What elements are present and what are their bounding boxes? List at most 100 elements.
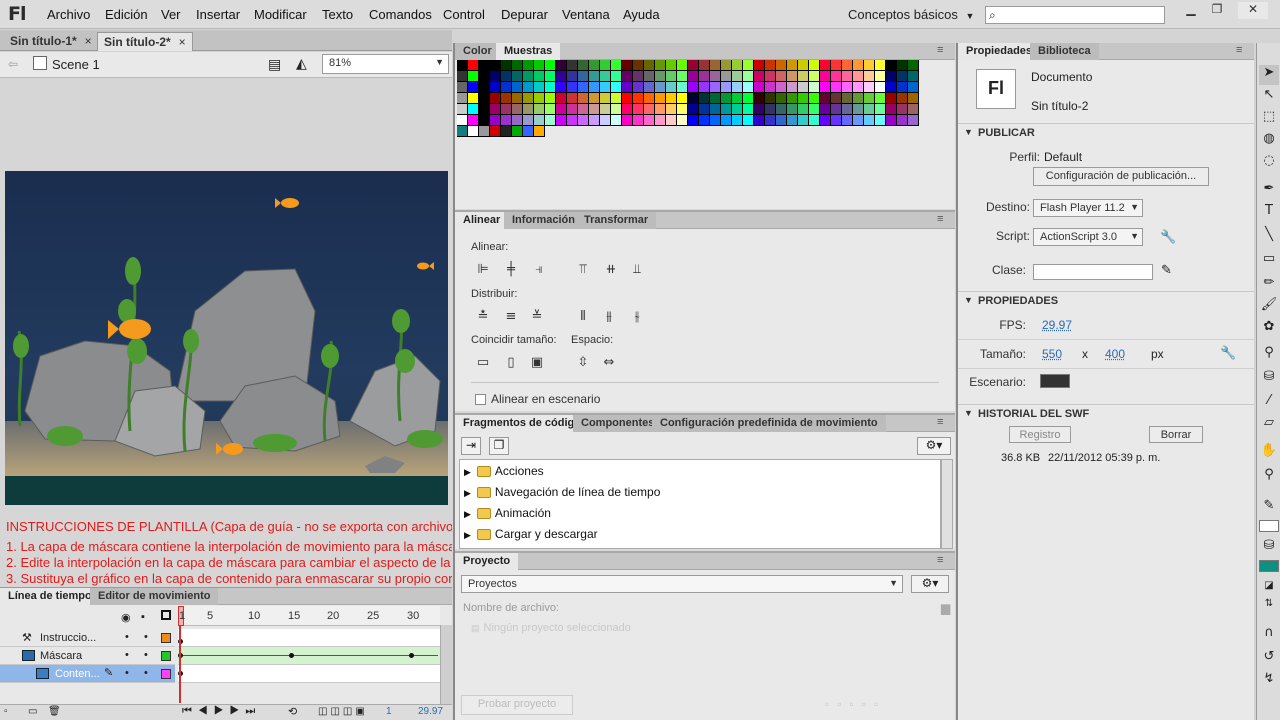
panel-menu-icon[interactable]: ≡ (1236, 44, 1242, 56)
tab-motion-editor[interactable]: Editor de movimiento (90, 588, 219, 605)
color-swatch[interactable] (710, 82, 721, 93)
color-swatch[interactable] (721, 93, 732, 104)
space-vertical-icon[interactable]: ⇳ (575, 355, 591, 371)
color-swatch[interactable] (787, 115, 798, 126)
loop-icon[interactable]: ⟲ (288, 705, 297, 718)
width-value[interactable]: 550 (1042, 347, 1062, 361)
color-swatch[interactable] (457, 71, 468, 82)
color-swatch[interactable] (589, 104, 600, 115)
color-swatch[interactable] (622, 82, 633, 93)
distribute-left-icon[interactable]: ⫴ (575, 309, 591, 325)
align-stage-checkbox[interactable] (475, 394, 486, 405)
color-swatch[interactable] (457, 82, 468, 93)
color-swatch[interactable] (754, 93, 765, 104)
color-swatch[interactable] (776, 82, 787, 93)
color-swatch[interactable] (798, 93, 809, 104)
color-swatch[interactable] (886, 60, 897, 71)
test-project-button[interactable]: Probar proyecto (461, 695, 573, 715)
panel-menu-icon[interactable]: ≡ (937, 213, 943, 225)
color-swatch[interactable] (831, 93, 842, 104)
color-swatch[interactable] (853, 71, 864, 82)
timeline-fps[interactable]: 29.97 (418, 706, 443, 717)
color-swatch[interactable] (886, 82, 897, 93)
menu-ayuda[interactable]: Ayuda (623, 7, 660, 22)
3d-rotation-tool-icon[interactable]: ◍ (1259, 131, 1279, 151)
project-options-icon[interactable]: ⚙▾ (911, 575, 949, 593)
restore-button[interactable]: ❐ (1202, 2, 1232, 19)
color-swatch[interactable] (589, 71, 600, 82)
color-swatch[interactable] (897, 104, 908, 115)
lock-dot[interactable]: • (144, 631, 148, 643)
tab-project[interactable]: Proyecto (455, 553, 519, 570)
color-swatch[interactable] (501, 71, 512, 82)
stroke-color-icon[interactable]: ✎ (1259, 498, 1279, 518)
color-swatch[interactable] (611, 60, 622, 71)
color-swatch[interactable] (468, 115, 479, 126)
color-swatch[interactable] (820, 104, 831, 115)
color-swatch[interactable] (644, 104, 655, 115)
color-swatch[interactable] (897, 115, 908, 126)
color-swatch[interactable] (622, 71, 633, 82)
color-swatch[interactable] (622, 60, 633, 71)
color-swatch[interactable] (754, 115, 765, 126)
tab-swatches[interactable]: Muestras (496, 43, 561, 60)
publish-settings-button[interactable]: Configuración de publicación... (1033, 167, 1209, 186)
color-swatch[interactable] (666, 82, 677, 93)
color-swatch[interactable] (732, 82, 743, 93)
color-swatch[interactable] (875, 71, 886, 82)
color-swatch[interactable] (809, 104, 820, 115)
color-swatch[interactable] (545, 60, 556, 71)
color-swatch[interactable] (787, 93, 798, 104)
menu-depurar[interactable]: Depurar (501, 7, 548, 22)
color-swatch[interactable] (908, 82, 919, 93)
color-swatch[interactable] (600, 60, 611, 71)
stage-canvas[interactable] (5, 171, 448, 505)
color-swatch[interactable] (501, 93, 512, 104)
color-swatch[interactable] (787, 71, 798, 82)
edit-symbols-icon[interactable]: ▤ (268, 56, 281, 73)
color-swatch[interactable] (600, 115, 611, 126)
color-swatch[interactable] (479, 82, 490, 93)
close-button[interactable]: ✕ (1238, 2, 1268, 19)
color-swatch[interactable] (534, 115, 545, 126)
current-frame[interactable]: 1 (386, 706, 392, 717)
color-swatch[interactable] (534, 104, 545, 115)
color-swatch[interactable] (886, 71, 897, 82)
color-swatch[interactable] (490, 115, 501, 126)
color-swatch[interactable] (677, 60, 688, 71)
layer-color[interactable] (161, 651, 171, 661)
timeline-scrollbar[interactable] (440, 625, 452, 704)
color-swatch[interactable] (479, 93, 490, 104)
tab-info[interactable]: Información (504, 212, 583, 229)
match-height-icon[interactable]: ▯ (503, 355, 519, 371)
color-swatch[interactable] (820, 93, 831, 104)
default-colors-icon[interactable]: ◪ (1259, 580, 1279, 600)
gradient-swatch[interactable] (457, 126, 468, 137)
color-swatch[interactable] (512, 104, 523, 115)
color-swatch[interactable] (908, 93, 919, 104)
layer-row[interactable]: Conten... ✎ • • (0, 665, 175, 683)
color-swatch[interactable] (831, 82, 842, 93)
color-swatch[interactable] (501, 115, 512, 126)
pencil-tool-icon[interactable]: ✏ (1259, 275, 1279, 295)
color-swatch[interactable] (578, 115, 589, 126)
color-swatch[interactable] (644, 82, 655, 93)
color-swatch[interactable] (545, 82, 556, 93)
eyedropper-tool-icon[interactable]: ⁄ (1259, 393, 1279, 413)
color-swatch[interactable] (908, 60, 919, 71)
color-swatch[interactable] (776, 115, 787, 126)
delete-layer-icon[interactable]: 🗑 (48, 706, 61, 717)
color-swatch[interactable] (501, 104, 512, 115)
zoom-tool-icon[interactable]: ⚲ (1259, 467, 1279, 487)
color-swatch[interactable] (754, 104, 765, 115)
workspace-switcher[interactable]: Conceptos básicos ▼ (848, 7, 974, 22)
lock-dot[interactable]: • (144, 667, 148, 679)
snippet-scrollbar[interactable] (941, 459, 953, 549)
color-swatch[interactable] (567, 104, 578, 115)
color-swatch[interactable] (655, 60, 666, 71)
color-swatch[interactable] (765, 93, 776, 104)
color-swatch[interactable] (545, 71, 556, 82)
color-swatch[interactable] (831, 71, 842, 82)
color-swatch[interactable] (897, 82, 908, 93)
keyframe[interactable] (289, 653, 294, 658)
